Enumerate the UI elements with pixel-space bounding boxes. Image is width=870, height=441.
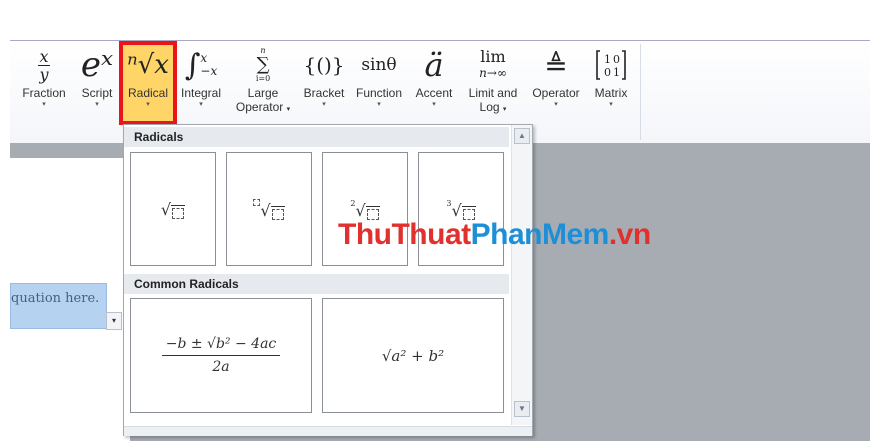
matrix-icon: 1 0 0 1 bbox=[594, 44, 628, 86]
function-arrow-icon[interactable]: ▾ bbox=[377, 100, 381, 110]
script-button[interactable]: eˣ Script ▾ bbox=[76, 44, 118, 122]
operator-icon: ≜ bbox=[544, 48, 568, 82]
scroll-down-icon[interactable]: ▼ bbox=[514, 401, 530, 417]
limit-log-label: Limit and bbox=[468, 86, 518, 100]
integral-icon: ∫ x −x bbox=[184, 47, 218, 83]
limit-log-button[interactable]: lim n→∞ Limit and Log ▾ bbox=[460, 44, 526, 122]
large-operator-label-2: Operator ▾ bbox=[235, 100, 291, 114]
radical-label: Radical bbox=[127, 86, 169, 100]
accent-button[interactable]: ä Accent ▾ bbox=[410, 44, 458, 122]
nth-root-tile[interactable]: √ bbox=[226, 152, 312, 266]
integral-label: Integral bbox=[180, 86, 222, 100]
svg-text:0: 0 bbox=[613, 53, 620, 66]
function-icon: sinθ bbox=[361, 55, 397, 75]
sum-icon: n ∑ i=0 bbox=[255, 46, 271, 83]
script-arrow-icon[interactable]: ▾ bbox=[95, 100, 99, 110]
degree-two-root-icon: 2 √ bbox=[350, 199, 380, 220]
script-label: Script bbox=[81, 86, 113, 100]
operator-arrow-icon[interactable]: ▾ bbox=[554, 100, 558, 110]
bracket-icon: {()} bbox=[303, 53, 345, 77]
script-icon: eˣ bbox=[80, 45, 114, 85]
svg-text:0: 0 bbox=[604, 66, 611, 79]
accent-label: Accent bbox=[415, 86, 453, 100]
common-radicals-section-title: Common Radicals bbox=[124, 274, 509, 294]
square-root-icon: √ bbox=[161, 200, 186, 219]
large-operator-label: Large bbox=[247, 86, 279, 100]
fraction-bar bbox=[162, 355, 280, 356]
accent-arrow-icon[interactable]: ▾ bbox=[432, 100, 436, 110]
operator-button[interactable]: ≜ Operator ▾ bbox=[526, 44, 586, 122]
limit-log-label-2: Log ▾ bbox=[479, 100, 507, 114]
radical-arrow-icon[interactable]: ▾ bbox=[146, 100, 150, 110]
integral-button[interactable]: ∫ x −x Integral ▾ bbox=[176, 44, 226, 122]
scroll-up-icon[interactable]: ▲ bbox=[514, 128, 530, 144]
bracket-button[interactable]: {()} Bracket ▾ bbox=[300, 44, 348, 122]
fraction-label: Fraction bbox=[22, 86, 66, 100]
integral-arrow-icon[interactable]: ▾ bbox=[199, 100, 203, 110]
equation-placeholder[interactable]: quation here. bbox=[10, 283, 107, 329]
limit-icon: lim n→∞ bbox=[479, 47, 507, 81]
svg-text:1: 1 bbox=[604, 53, 611, 66]
operator-label: Operator bbox=[532, 86, 580, 100]
title-bar-area bbox=[0, 0, 870, 40]
watermark-logo: ThuThuatPhanMem.vn bbox=[338, 218, 651, 251]
radical-icon: ⁿ√x bbox=[127, 50, 169, 80]
function-label: Function bbox=[355, 86, 403, 100]
svg-text:1: 1 bbox=[613, 66, 620, 79]
fraction-button[interactable]: xy Fraction ▾ bbox=[16, 44, 72, 122]
quadratic-numerator: −b ± √b² − 4ac bbox=[165, 336, 277, 352]
radical-button[interactable]: ⁿ√x Radical ▾ bbox=[119, 41, 177, 125]
pythagorean-formula: √a² + b² bbox=[381, 346, 445, 365]
fraction-arrow-icon[interactable]: ▾ bbox=[42, 100, 46, 110]
document-top-margin bbox=[10, 143, 122, 158]
matrix-arrow-icon[interactable]: ▾ bbox=[609, 100, 613, 110]
cube-root-icon: 3 √ bbox=[446, 199, 476, 220]
radical-gallery: Radicals √ √ 2 √ 3 √ Common Radicals −b ± … bbox=[123, 124, 533, 436]
quadratic-formula-tile[interactable]: −b ± √b² − 4ac 2a bbox=[130, 298, 312, 413]
gallery-resize-grip[interactable] bbox=[124, 426, 532, 436]
accent-icon: ä bbox=[424, 46, 444, 84]
bracket-label: Bracket bbox=[303, 86, 345, 100]
large-operator-button[interactable]: n ∑ i=0 Large Operator ▾ bbox=[228, 44, 298, 122]
square-root-tile[interactable]: √ bbox=[130, 152, 216, 266]
bracket-arrow-icon[interactable]: ▾ bbox=[322, 100, 326, 110]
ribbon-group-separator bbox=[640, 44, 641, 140]
function-button[interactable]: sinθ Function ▾ bbox=[350, 44, 408, 122]
radicals-section-title: Radicals bbox=[124, 127, 509, 147]
matrix-button[interactable]: 1 0 0 1 Matrix ▾ bbox=[588, 44, 634, 122]
quadratic-denominator: 2a bbox=[212, 359, 230, 375]
pythagorean-tile[interactable]: √a² + b² bbox=[322, 298, 504, 413]
matrix-label: Matrix bbox=[594, 86, 628, 100]
fraction-icon: xy bbox=[38, 46, 50, 84]
gallery-scrollbar[interactable]: ▲ ▼ bbox=[511, 125, 532, 425]
equation-options-arrow-icon[interactable]: ▾ bbox=[106, 312, 122, 330]
nth-root-icon: √ bbox=[253, 198, 285, 220]
